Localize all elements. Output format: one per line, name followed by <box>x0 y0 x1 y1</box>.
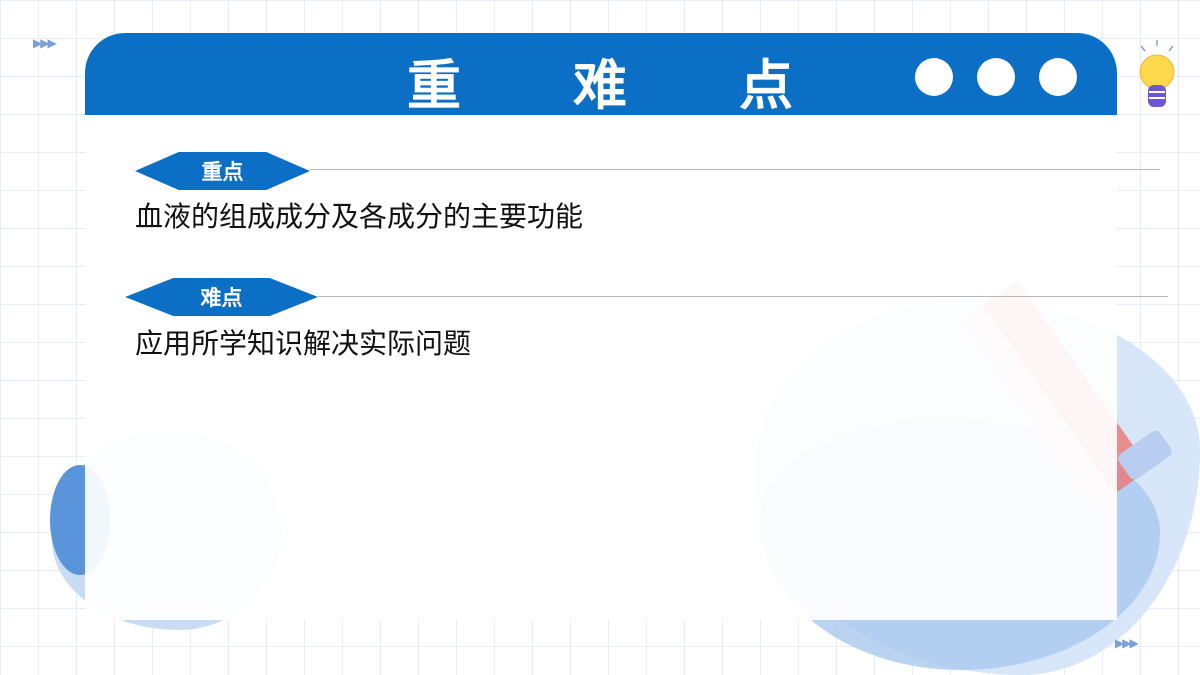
lightbulb-icon <box>1139 40 1175 107</box>
banner-dot <box>915 58 953 96</box>
section-tag-label: 难点 <box>200 286 243 310</box>
banner-dot <box>977 58 1015 96</box>
banner-dot <box>1039 58 1077 96</box>
arrows-icon-bottom-right: ▶▶▶ <box>1115 636 1139 650</box>
title-banner: 重难点 <box>85 33 1117 117</box>
section-tag-key-point: 重点 <box>135 152 310 190</box>
title-char: 点 <box>739 54 795 117</box>
title-char: 重 <box>407 54 463 117</box>
content-panel <box>85 115 1117 620</box>
section-tag-difficult-point: 难点 <box>125 278 318 316</box>
arrows-icon-top-left: ▶▶▶ <box>33 36 57 50</box>
section-text-key-point: 血液的组成成分及各成分的主要功能 <box>135 200 584 233</box>
divider-line <box>318 296 1168 297</box>
section-text-difficult-point: 应用所学知识解决实际问题 <box>135 327 472 360</box>
page-title: 重难点 <box>85 41 1117 120</box>
title-char: 难 <box>573 54 629 117</box>
divider-line <box>310 169 1160 170</box>
section-tag-label: 重点 <box>201 160 244 184</box>
